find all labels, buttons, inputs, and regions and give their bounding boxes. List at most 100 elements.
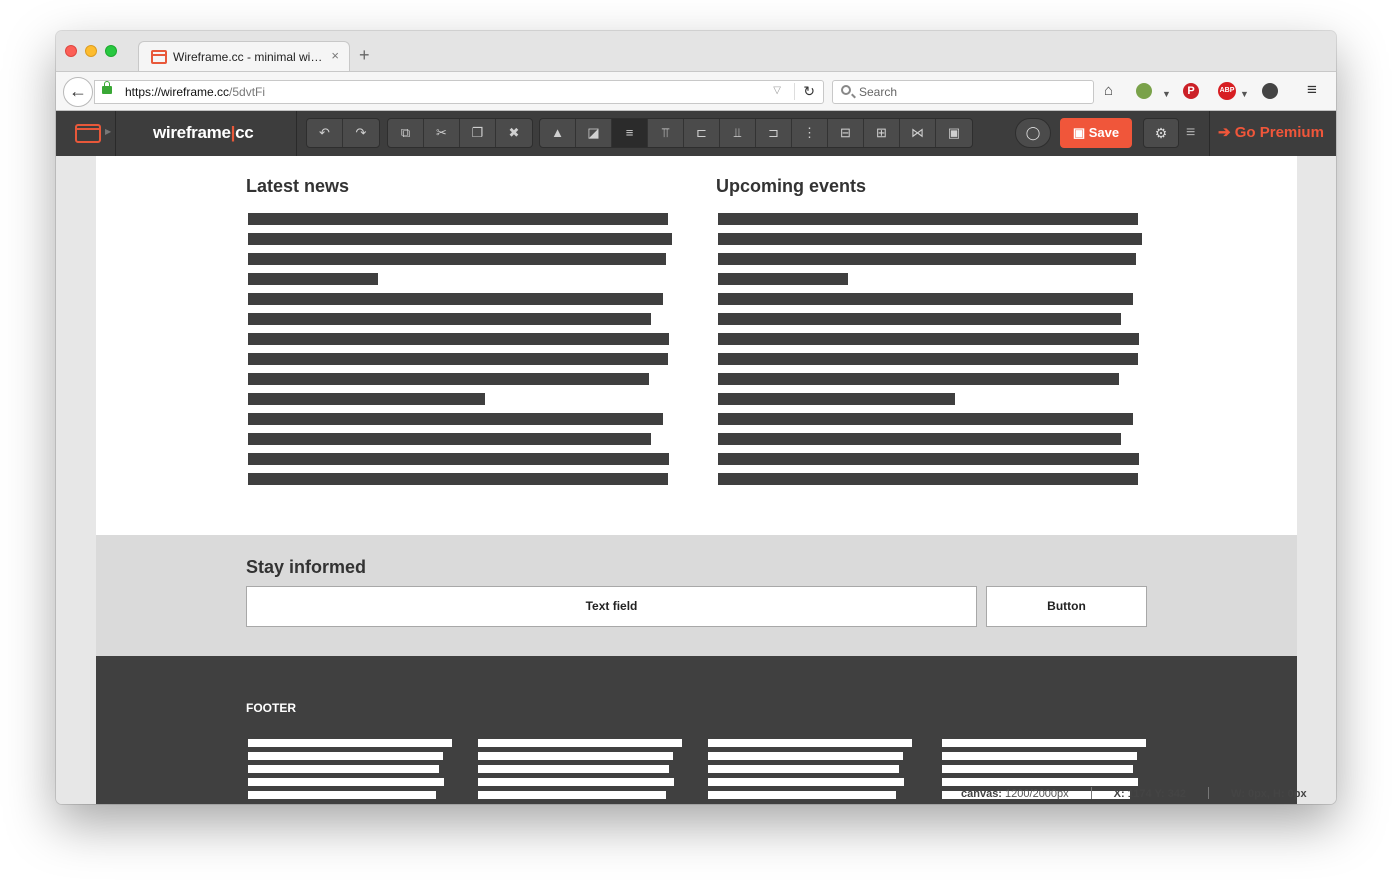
extension-icon[interactable] [1136, 83, 1152, 99]
placeholder-text-line [478, 791, 666, 799]
placeholder-text-line [248, 752, 443, 760]
undo-icon[interactable]: ↶ [307, 119, 343, 147]
paste-icon[interactable]: ❐ [460, 119, 496, 147]
placeholder-text-line [248, 293, 663, 305]
settings-gear-icon[interactable]: ⚙ [1143, 118, 1179, 148]
redo-icon[interactable]: ↷ [343, 119, 379, 147]
app-menu-icon[interactable]: ≡ [1186, 123, 1195, 143]
placeholder-text-line [248, 273, 378, 285]
align-top-icon[interactable]: ⫪ [648, 119, 684, 147]
url-host: https://wireframe.cc [125, 85, 230, 99]
home-icon[interactable]: ⌂ [1104, 82, 1113, 100]
brand-logo: wireframe|cc [153, 123, 254, 143]
placeholder-text-line [718, 433, 1121, 445]
smiley-extension-icon[interactable] [1262, 83, 1278, 99]
placeholder-text-line [718, 213, 1138, 225]
brand-right: cc [235, 123, 254, 142]
align-left-icon[interactable]: ⊏ [684, 119, 720, 147]
url-history-dropdown-icon[interactable]: ▽ [773, 85, 781, 96]
cursor-coordinates: X: 1174 Y: 342 [1113, 788, 1187, 800]
align-bottom-icon[interactable]: ⫫ [720, 119, 756, 147]
pages-menu-icon[interactable] [75, 124, 101, 143]
duplicate-icon[interactable]: ⧉ [388, 119, 424, 147]
tab-close-icon[interactable]: × [331, 48, 339, 63]
footer-column[interactable] [248, 739, 452, 804]
toolbar-divider [115, 111, 116, 156]
tab-wireframe[interactable]: Wireframe.cc - minimal wire… × [138, 41, 350, 72]
news-title[interactable]: Latest news [246, 176, 349, 197]
arrange-group: ▲ ◪ ≡ ⫪ ⊏ ⫫ ⊐ ⋮ ⊟ ⊞ ⋈ ▣ [539, 118, 973, 148]
browser-window: Wireframe.cc - minimal wire… × + ← https… [56, 31, 1336, 804]
placeholder-text-line [718, 333, 1139, 345]
placeholder-text-line [718, 253, 1136, 265]
placeholder-text-line [478, 765, 669, 773]
reload-icon[interactable]: ↻ [794, 83, 815, 100]
placeholder-text-line [708, 765, 899, 773]
placeholder-text-line [718, 453, 1139, 465]
subscribe-title[interactable]: Stay informed [246, 557, 366, 578]
news-text-block[interactable] [248, 213, 672, 493]
footer-title[interactable]: FOOTER [246, 701, 296, 715]
group-icon[interactable]: ▣ [936, 119, 972, 147]
placeholder-text-line [248, 453, 669, 465]
url-text: https://wireframe.cc/5dvtFi [125, 85, 265, 99]
adblock-dropdown-icon[interactable]: ▼ [1240, 85, 1249, 103]
placeholder-text-line [248, 473, 668, 485]
editor-canvas[interactable]: Latest news Upcoming events Stay informe… [56, 156, 1336, 804]
placeholder-text-line [478, 752, 673, 760]
canvas-size-value: 1200/2000px [1005, 788, 1069, 800]
placeholder-text-line [248, 233, 672, 245]
align-right-icon[interactable]: ⊐ [756, 119, 792, 147]
pinterest-icon[interactable]: P [1183, 83, 1199, 99]
premium-label: Go Premium [1234, 124, 1324, 141]
minimize-window-button[interactable] [85, 45, 97, 57]
wireframe-button[interactable]: Button [986, 586, 1147, 627]
app-toolbar: ▶ wireframe|cc ↶ ↷ ⧉ ✂ ❐ ✖ ▲ ◪ ≡ ⫪ ⊏ ⫫ ⊐… [56, 111, 1336, 156]
comment-icon[interactable]: ◯ [1015, 118, 1051, 148]
browser-menu-icon[interactable]: ≡ [1307, 81, 1317, 99]
go-premium-link[interactable]: ➔ Go Premium [1218, 123, 1324, 141]
placeholder-text-line [248, 778, 444, 786]
distribute-horizontal-icon[interactable]: ⋈ [900, 119, 936, 147]
save-button[interactable]: ▣ Save [1060, 118, 1132, 148]
selection-size: W: 0px, H: 0px [1231, 788, 1307, 800]
align-center-horizontal-icon[interactable]: ⊟ [828, 119, 864, 147]
placeholder-text-line [248, 373, 649, 385]
arrange-icon[interactable]: ◪ [576, 119, 612, 147]
search-placeholder: Search [859, 85, 898, 99]
lock-icon[interactable]: ▲ [540, 119, 576, 147]
events-title[interactable]: Upcoming events [716, 176, 866, 197]
pages-caret-icon[interactable]: ▶ [105, 127, 111, 136]
search-input[interactable]: Search [832, 80, 1094, 104]
zoom-window-button[interactable] [105, 45, 117, 57]
placeholder-text-line [248, 739, 452, 747]
footer-column[interactable] [478, 739, 682, 804]
align-center-vertical-icon[interactable]: ⋮ [792, 119, 828, 147]
cut-icon[interactable]: ✂ [424, 119, 460, 147]
close-window-button[interactable] [65, 45, 77, 57]
status-bar: canvas: 1200/2000px X: 1174 Y: 342 W: 0px,… [961, 787, 1307, 800]
new-tab-button[interactable]: + [359, 46, 370, 64]
extension-dropdown-icon[interactable]: ▼ [1162, 85, 1171, 103]
placeholder-text-line [248, 213, 668, 225]
adblock-icon[interactable]: ABP [1218, 82, 1236, 100]
wireframe-favicon-icon [151, 50, 167, 64]
footer-column[interactable] [708, 739, 912, 804]
distribute-vertical-icon[interactable]: ⊞ [864, 119, 900, 147]
back-button[interactable]: ← [63, 77, 93, 107]
save-label: Save [1088, 125, 1120, 140]
events-text-block[interactable] [718, 213, 1142, 493]
edit-group: ⧉ ✂ ❐ ✖ [387, 118, 533, 148]
placeholder-text-line [718, 353, 1138, 365]
placeholder-text-line [718, 273, 848, 285]
footer-section: FOOTER [96, 656, 1297, 804]
align-text-icon[interactable]: ≡ [612, 119, 648, 147]
wireframe-text-field[interactable]: Text field [246, 586, 977, 627]
history-group: ↶ ↷ [306, 118, 380, 148]
placeholder-text-line [248, 765, 439, 773]
address-bar[interactable]: https://wireframe.cc/5dvtFi ▽ ↻ [94, 80, 824, 104]
placeholder-text-line [248, 413, 663, 425]
delete-icon[interactable]: ✖ [496, 119, 532, 147]
placeholder-text-line [248, 393, 485, 405]
placeholder-text-line [478, 739, 682, 747]
